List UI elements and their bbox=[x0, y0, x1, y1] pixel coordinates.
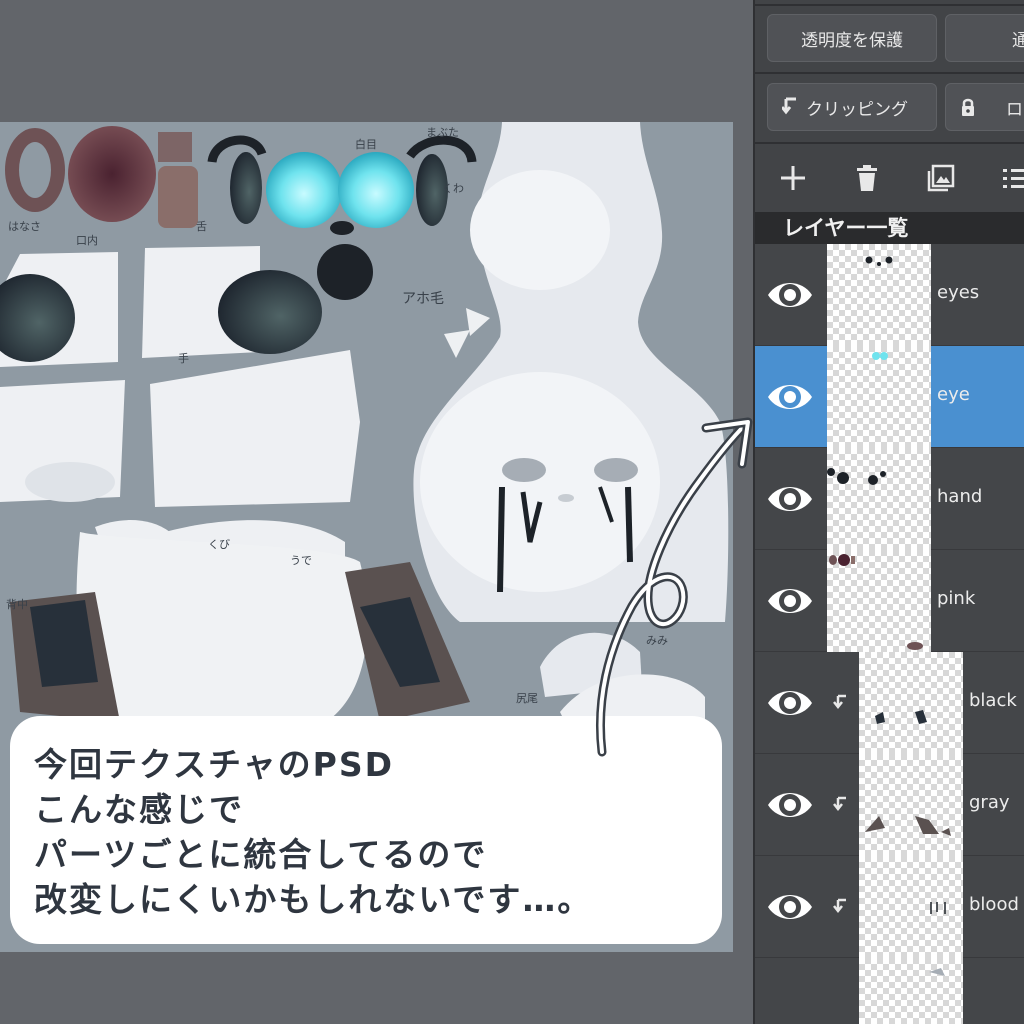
layer-menu-button[interactable] bbox=[995, 158, 1024, 198]
layer-thumbnail bbox=[859, 958, 963, 1024]
label-tongue: 舌 bbox=[196, 220, 207, 233]
clipping-button[interactable]: クリッピング bbox=[767, 83, 937, 131]
layer-name: eyes bbox=[937, 282, 980, 303]
delete-layer-button[interactable] bbox=[847, 158, 887, 198]
layer-thumbnail bbox=[859, 856, 963, 958]
caption-line-1: 今回テクスチャのPSD bbox=[34, 745, 395, 784]
layer-row-blood[interactable]: blood bbox=[755, 856, 1024, 958]
clipping-indicator-icon bbox=[833, 694, 846, 710]
layer-name: pink bbox=[937, 588, 976, 609]
layer-row-eyes[interactable]: eyes bbox=[755, 244, 1024, 346]
visibility-eye-icon[interactable] bbox=[765, 579, 815, 623]
label-ahoge: アホ毛 bbox=[402, 291, 444, 307]
layer-row-hand[interactable]: hand bbox=[755, 448, 1024, 550]
label-eyelid: まぶた bbox=[426, 126, 459, 139]
layer-thumbnail bbox=[827, 448, 931, 550]
label-kuwa: くわ bbox=[442, 182, 464, 195]
plus-icon bbox=[781, 166, 805, 190]
layer-name: hand bbox=[937, 486, 983, 507]
label-tail: 尻尾 bbox=[516, 692, 538, 705]
add-layer-button[interactable] bbox=[773, 158, 813, 198]
caption-line-4: 改変しにくいかもしれないです…。 bbox=[34, 880, 593, 919]
lock-button[interactable]: ロ bbox=[945, 83, 1024, 131]
layer-thumbnail bbox=[859, 652, 963, 754]
layer-thumbnail bbox=[827, 346, 931, 448]
visibility-eye-icon[interactable] bbox=[765, 783, 815, 827]
thumbnail-art bbox=[872, 352, 888, 360]
layer-row-pink[interactable]: pink bbox=[755, 550, 1024, 652]
panel-top-divider bbox=[755, 4, 1024, 6]
protect-alpha-label: 透明度を保護 bbox=[801, 30, 903, 51]
layer-row-black[interactable]: black bbox=[755, 652, 1024, 754]
thumbnail-art bbox=[827, 468, 886, 485]
layer-name: gray bbox=[969, 792, 1010, 813]
blend-mode-label: 通 bbox=[1012, 26, 1024, 51]
clipping-arrow-icon bbox=[782, 97, 796, 115]
layer-row-gray[interactable]: gray bbox=[755, 754, 1024, 856]
thumbnail-art bbox=[829, 554, 923, 650]
layer-thumbnail bbox=[827, 244, 931, 346]
layer-name: blood bbox=[969, 894, 1019, 915]
thumbnail-art bbox=[929, 968, 945, 976]
caption-bubble: 今回テクスチャのPSD こんな感じで パーツごとに統合してるので 改変しにくいか… bbox=[10, 716, 722, 944]
caption-line-3: パーツごとに統合してるので bbox=[34, 835, 488, 874]
image-layer-icon bbox=[927, 164, 955, 192]
label-arm: うで bbox=[290, 554, 312, 567]
label-neck: くび bbox=[208, 538, 230, 551]
layer-panel: 透明度を保護 通 クリッピング ロ bbox=[753, 0, 1024, 1024]
visibility-eye-icon[interactable] bbox=[765, 375, 815, 419]
thumbnail-art bbox=[875, 710, 927, 724]
label-back: 背中 bbox=[6, 598, 28, 611]
layer-name: black bbox=[969, 690, 1017, 711]
layer-list-title: レイヤー一覧 bbox=[755, 212, 1024, 244]
label-ears: みみ bbox=[646, 634, 668, 647]
clipping-label: クリッピング bbox=[806, 99, 908, 120]
layer-row-partial[interactable] bbox=[755, 958, 1024, 1024]
caption-line-2: こんな感じで bbox=[34, 790, 244, 829]
thumbnail-art bbox=[865, 816, 951, 836]
label-whites: 白目 bbox=[355, 138, 377, 151]
label-hand: 手 bbox=[178, 352, 189, 365]
thumbnail-art bbox=[930, 902, 946, 914]
trash-icon bbox=[857, 165, 877, 191]
layer-name: eye bbox=[937, 384, 970, 405]
clipping-indicator-icon bbox=[833, 796, 846, 812]
visibility-eye-icon[interactable] bbox=[765, 681, 815, 725]
toolbar-divider-2 bbox=[755, 142, 1024, 144]
clipping-indicator-icon bbox=[833, 898, 846, 914]
layer-image-button[interactable] bbox=[921, 158, 961, 198]
visibility-eye-icon[interactable] bbox=[765, 273, 815, 317]
visibility-eye-icon[interactable] bbox=[765, 885, 815, 929]
lock-icon bbox=[962, 98, 974, 116]
layer-thumbnail bbox=[827, 550, 931, 652]
layer-thumbnail bbox=[859, 754, 963, 856]
toolbar-divider-1 bbox=[755, 72, 1024, 74]
list-icon bbox=[1003, 169, 1024, 188]
label-mouth: 口内 bbox=[76, 234, 98, 247]
lock-label: ロ bbox=[1006, 99, 1023, 120]
layer-row-eye[interactable]: eye bbox=[755, 346, 1024, 448]
blend-mode-button[interactable]: 通 bbox=[945, 14, 1024, 62]
protect-alpha-button[interactable]: 透明度を保護 bbox=[767, 14, 937, 62]
visibility-eye-icon[interactable] bbox=[765, 477, 815, 521]
thumbnail-art bbox=[865, 256, 893, 266]
label-nose: はなさ bbox=[8, 220, 41, 233]
